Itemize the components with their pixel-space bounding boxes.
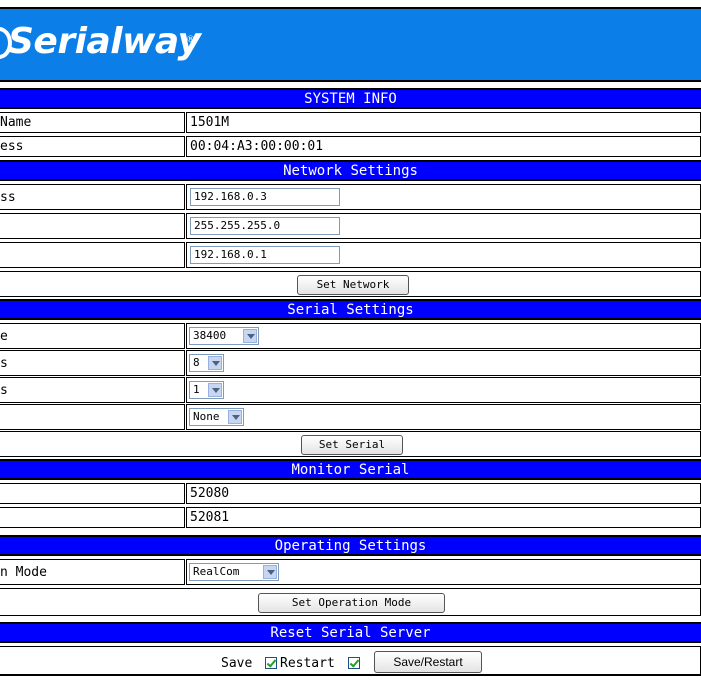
field-label: s <box>0 356 8 371</box>
data-bits-select[interactable]: 8 <box>189 354 224 372</box>
section-system-info: SYSTEM INFO <box>0 88 701 109</box>
table-row: 52080 <box>0 482 701 506</box>
section-title: SYSTEM INFO <box>304 91 397 107</box>
button-row: Set Operation Mode <box>0 587 701 617</box>
operation-mode-select[interactable]: RealCom <box>189 563 279 581</box>
section-title: Monitor Serial <box>291 462 410 478</box>
table-row: None <box>0 403 701 430</box>
table-row: e 38400 <box>0 322 701 349</box>
section-serial-settings: Serial Settings <box>0 299 701 320</box>
server-name-value: 1501M <box>190 115 230 130</box>
table-row: ess 00:04:A3:00:00:01 <box>0 135 701 159</box>
chevron-down-icon[interactable] <box>208 383 222 397</box>
select-value: RealCom <box>193 565 240 578</box>
field-label: Name <box>0 115 32 130</box>
section-monitor-serial: Monitor Serial <box>0 459 701 480</box>
section-reset-serial-server: Reset Serial Server <box>0 622 701 643</box>
button-row: Set Serial <box>0 430 701 457</box>
field-label: s <box>0 383 8 398</box>
brand-name: Serialway <box>8 21 201 62</box>
set-serial-button[interactable]: Set Serial <box>301 435 403 455</box>
baud-rate-select[interactable]: 38400 <box>189 327 259 345</box>
table-row: s 8 <box>0 349 701 376</box>
parity-select[interactable]: None <box>189 408 244 426</box>
section-title: Operating Settings <box>274 538 427 554</box>
field-label: n Mode <box>0 565 47 580</box>
table-row: ss 192.168.0.3 <box>0 183 701 211</box>
section-title: Network Settings <box>283 163 418 179</box>
brand-header: Serialway ® <box>0 7 701 82</box>
field-label: ess <box>0 139 24 154</box>
registered-mark: ® <box>186 35 195 45</box>
select-value: 8 <box>193 356 200 369</box>
table-row: 255.255.255.0 <box>0 212 701 240</box>
chevron-down-icon[interactable] <box>208 356 222 370</box>
field-label: e <box>0 329 8 344</box>
select-value: 1 <box>193 383 200 396</box>
ip-address-input[interactable]: 192.168.0.3 <box>190 188 340 206</box>
button-row: Set Network <box>0 270 701 297</box>
save-label: Save <box>221 656 253 671</box>
section-network-settings: Network Settings <box>0 160 701 181</box>
mac-address-value: 00:04:A3:00:00:01 <box>190 139 324 154</box>
save-checkbox[interactable] <box>265 657 277 669</box>
netmask-input[interactable]: 255.255.255.0 <box>190 217 340 235</box>
set-network-button[interactable]: Set Network <box>297 275 409 295</box>
chevron-down-icon[interactable] <box>228 410 242 424</box>
restart-label: Restart <box>280 656 335 671</box>
stop-bits-select[interactable]: 1 <box>189 381 224 399</box>
field-label: ss <box>0 190 16 205</box>
table-row: 192.168.0.1 <box>0 241 701 269</box>
section-operating-settings: Operating Settings <box>0 535 701 556</box>
table-row: 52081 <box>0 506 701 530</box>
gateway-input[interactable]: 192.168.0.1 <box>190 246 340 264</box>
section-title: Reset Serial Server <box>270 625 431 641</box>
table-row: s 1 <box>0 376 701 403</box>
command-port-value: 52081 <box>190 510 230 525</box>
restart-checkbox[interactable] <box>348 657 360 669</box>
chevron-down-icon[interactable] <box>263 565 277 579</box>
save-restart-button[interactable]: Save/Restart <box>374 651 482 673</box>
select-value: 38400 <box>193 329 227 342</box>
data-port-value: 52080 <box>190 486 230 501</box>
select-value: None <box>193 410 220 423</box>
table-row: Name 1501M <box>0 111 701 135</box>
chevron-down-icon[interactable] <box>243 329 257 343</box>
button-row: Save Restart Save/Restart <box>0 645 701 677</box>
set-operation-mode-button[interactable]: Set Operation Mode <box>258 593 445 613</box>
section-title: Serial Settings <box>287 302 414 318</box>
table-row: n Mode RealCom <box>0 558 701 586</box>
